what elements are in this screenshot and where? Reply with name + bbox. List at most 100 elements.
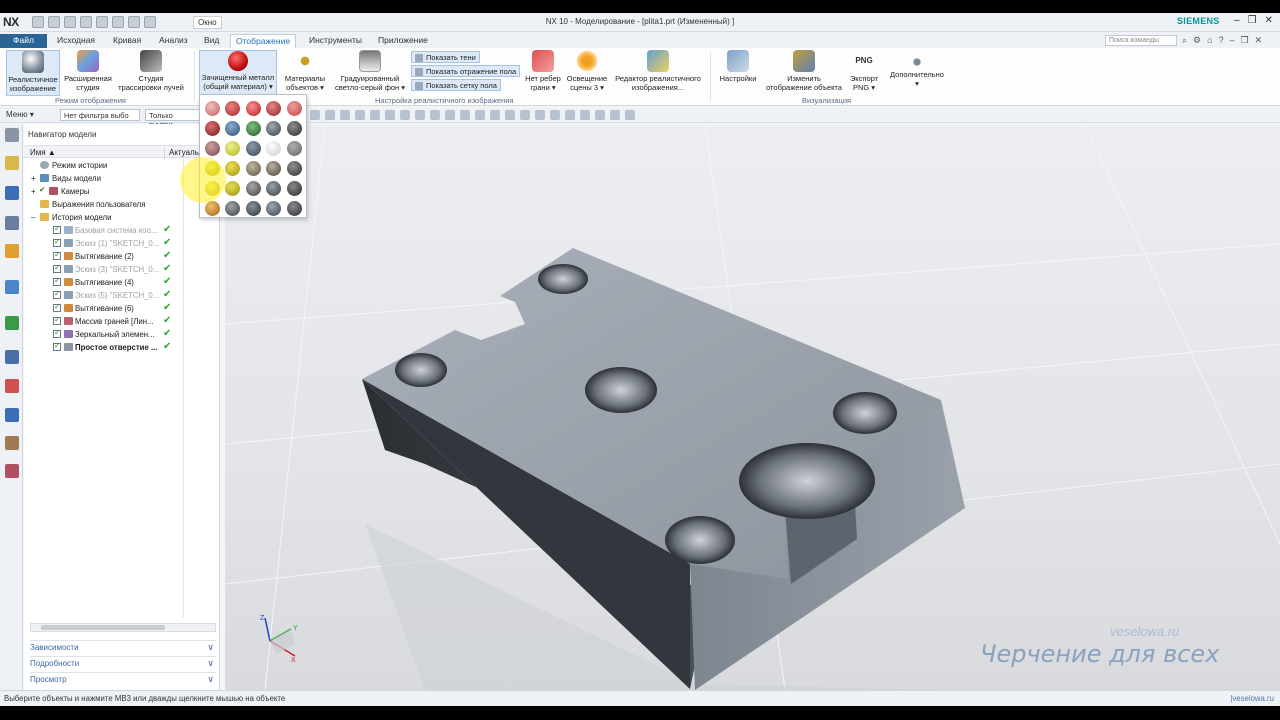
tree-row-feature[interactable]: Базовая система коо... ✔ [24,224,220,237]
search-icon[interactable]: ⌕ [1182,35,1187,46]
visibility-checkbox[interactable] [53,289,61,299]
material-swatch[interactable] [225,141,240,156]
show-floor-grid-toggle[interactable]: Показать сетку пола [411,79,501,91]
show-floor-reflection-toggle[interactable]: Показать отражение пола [411,65,521,77]
material-swatch[interactable] [266,201,281,216]
material-swatch[interactable] [246,181,261,196]
assembly-navigator-icon[interactable] [5,156,19,170]
material-swatch[interactable] [225,161,240,176]
view-section-icon[interactable] [610,110,620,120]
visibility-checkbox[interactable] [53,276,61,286]
manufacturing-wizard-icon[interactable] [5,436,19,450]
tab-home[interactable]: Исходная [57,34,95,48]
show-shadows-toggle[interactable]: Показать тени [411,51,480,63]
scrollbar-thumb[interactable] [41,625,165,630]
material-swatch[interactable] [266,141,281,156]
restore-doc-icon[interactable]: ❐ [1241,35,1249,46]
material-swatch[interactable] [287,161,302,176]
advanced-studio-button[interactable]: Расширенная студия [62,50,114,92]
palette-icon[interactable] [5,316,19,330]
material-swatch[interactable] [205,121,220,136]
tree-row-feature[interactable]: Вытягивание (6) ✔ [24,302,220,315]
material-swatch[interactable] [287,181,302,196]
tab-analysis[interactable]: Анализ [159,34,188,48]
visibility-checkbox[interactable] [53,250,61,260]
tree-row-model-history[interactable]: – История модели [24,211,220,224]
snap-end-icon[interactable] [385,110,395,120]
material-swatch[interactable] [225,121,240,136]
material-swatch[interactable] [266,161,281,176]
material-swatch[interactable] [205,101,220,116]
scene-lighting-button[interactable]: Освещение сцены 3 ▾ [566,50,608,92]
tree-row-feature[interactable]: Эскиз (5) "SKETCH_0... ✔ [24,289,220,302]
settings-button[interactable]: Настройки [716,50,760,84]
expand-icon[interactable]: + [31,174,36,183]
tab-application[interactable]: Приложение [378,34,428,48]
snap-mid-icon[interactable] [400,110,410,120]
gear-icon[interactable] [5,128,19,142]
selection-scope-dropdown[interactable]: Только внутри [145,109,200,129]
horizontal-scrollbar[interactable] [30,623,216,632]
material-swatch[interactable] [266,181,281,196]
process-studio-icon[interactable] [5,408,19,422]
type-filter-dropdown[interactable]: Нет фильтра выбо [60,109,140,121]
snap-arc-icon[interactable] [370,110,380,120]
view-rotate-icon[interactable] [565,110,575,120]
select-solid-icon[interactable] [340,110,350,120]
view-orient-icon[interactable] [550,110,560,120]
material-swatch[interactable] [266,121,281,136]
material-swatch[interactable] [287,201,302,216]
material-swatch[interactable] [266,101,281,116]
tree-row-feature[interactable]: Массив граней [Лин... ✔ [24,315,220,328]
tree-row-feature[interactable]: Эскиз (1) "SKETCH_0... ✔ [24,237,220,250]
minimize-icon[interactable]: – [1234,15,1240,26]
view-orient-dropdown-icon[interactable] [625,110,635,120]
material-swatch[interactable] [287,121,302,136]
material-swatch[interactable] [225,201,240,216]
material-swatch[interactable] [246,141,261,156]
material-swatch[interactable] [246,121,261,136]
close-icon[interactable]: ✕ [1265,15,1273,26]
visibility-checkbox[interactable] [53,341,61,351]
expand-icon[interactable]: + [31,187,36,196]
material-swatch[interactable] [205,141,220,156]
graduated-background-button[interactable]: Градуированный светло-серый фон ▾ [333,50,407,92]
visibility-checkbox[interactable] [53,224,61,234]
tree-row-feature[interactable]: Вытягивание (4) ✔ [24,276,220,289]
main-menu-button[interactable]: Меню ▾ [6,110,34,119]
snap-on-curve-icon[interactable] [490,110,500,120]
realistic-image-button[interactable]: Реалистичное изображение [6,50,60,96]
select-rect-icon[interactable] [310,110,320,120]
view-grid-icon[interactable] [580,110,590,120]
collapse-icon[interactable]: – [31,213,35,222]
graphics-window[interactable]: X Y Z veselowa.ru Черчение для всех [225,124,1280,690]
brushed-metal-material-button[interactable]: Зачищенный металл (общий материал) ▾ [199,50,277,96]
tab-tools[interactable]: Инструменты [309,34,362,48]
tree-row-feature[interactable]: Эскиз (3) "SKETCH_0... ✔ [24,263,220,276]
material-swatch[interactable] [287,141,302,156]
restore-icon[interactable]: ❐ [1248,15,1257,26]
history-icon[interactable] [5,350,19,364]
tree-row-feature[interactable]: Простое отверстие ... ✔ [24,341,220,354]
material-swatch[interactable] [205,201,220,216]
visibility-checkbox[interactable] [53,237,61,247]
preview-panel[interactable]: Просмотр ∨ [30,672,216,686]
close-doc-icon[interactable]: ✕ [1255,35,1263,46]
no-face-edges-button[interactable]: Нет ребер грани ▾ [522,50,564,92]
help-icon[interactable]: ? [1219,35,1224,46]
edit-object-display-button[interactable]: Изменить отображение объекта [762,50,846,92]
more-button[interactable]: Дополнительно ▾ [886,50,948,88]
tab-curve[interactable]: Кривая [113,34,141,48]
view-style-icon[interactable] [595,110,605,120]
snap-grid-icon[interactable] [355,110,365,120]
details-panel[interactable]: Подробности ∨ [30,656,216,670]
snap-bounded-icon[interactable] [520,110,530,120]
tab-render[interactable]: Отображение [230,34,297,48]
reuse-library-icon[interactable] [5,244,19,258]
column-name-header[interactable]: Имя ▲ [30,148,56,157]
realistic-image-editor-button[interactable]: Редактор реалистичного изображения... [611,50,705,92]
snap-tangent-icon[interactable] [415,110,425,120]
snap-quadrant-icon[interactable] [460,110,470,120]
snap-intersect-icon[interactable] [430,110,440,120]
material-swatch[interactable] [246,101,261,116]
